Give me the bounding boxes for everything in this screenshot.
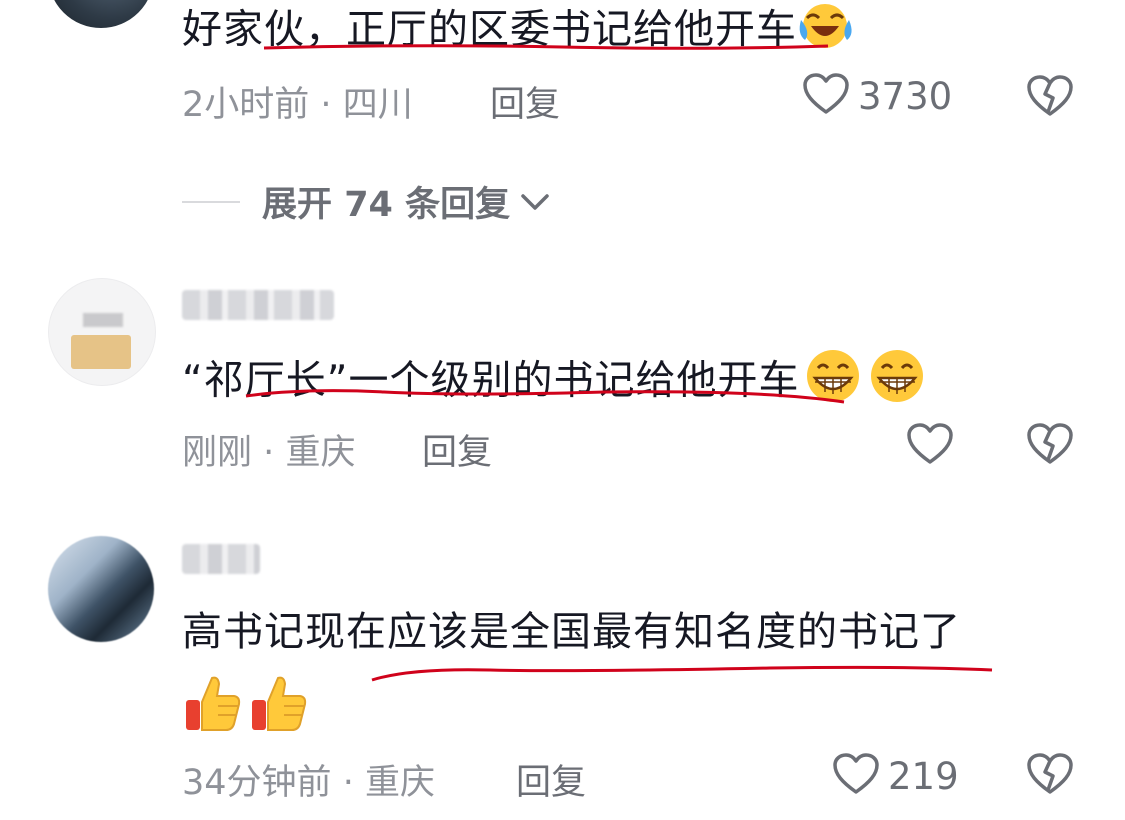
thumbs-up-icon [182, 672, 244, 738]
expand-replies-button[interactable]: 展开 74 条回复 [182, 176, 550, 227]
comment-emoji-row [182, 672, 310, 738]
dislike-button[interactable] [1026, 74, 1074, 122]
reply-button[interactable]: 回复 [490, 76, 560, 127]
comment-location: 四川 [342, 85, 413, 125]
comment-location: 重庆 [364, 763, 435, 803]
avatar[interactable] [48, 536, 154, 642]
red-underline [263, 44, 829, 50]
dislike-button[interactable] [1026, 752, 1074, 800]
like-count: 219 [888, 754, 959, 798]
username-blurred[interactable] [182, 290, 334, 320]
comment-time: 2小时前 [182, 85, 310, 125]
avatar[interactable] [48, 0, 154, 28]
expand-replies-label: 展开 74 条回复 [262, 185, 511, 225]
comment-body: 高书记现在应该是全国最有知名度的书记了 [182, 609, 961, 655]
avatar[interactable] [48, 278, 156, 386]
comment-time: 刚刚 [182, 433, 253, 473]
comment-text: 高书记现在应该是全国最有知名度的书记了 [182, 606, 961, 658]
heart-outline-icon [802, 72, 850, 120]
like-button[interactable]: 3730 [802, 72, 952, 120]
thumbs-up-icon [248, 672, 310, 738]
meta-separator: · [263, 433, 275, 473]
comment-time: 34分钟前 [182, 763, 332, 803]
meta-separator: · [320, 85, 332, 125]
red-underline [371, 665, 993, 682]
grinning-face-icon [803, 348, 863, 417]
broken-heart-icon [1026, 423, 1074, 470]
like-button[interactable] [906, 422, 962, 470]
divider [182, 200, 240, 203]
grinning-face-icon [867, 348, 927, 417]
reply-button[interactable]: 回复 [516, 754, 586, 805]
comment-meta: 34分钟前 · 重庆 [182, 754, 435, 805]
comment-text: “祁厅长”一个级别的书记给他开车 [182, 348, 927, 417]
broken-heart-icon [1026, 75, 1074, 122]
comment-meta: 刚刚 · 重庆 [182, 424, 355, 475]
comment-meta: 2小时前 · 四川 [182, 76, 413, 127]
username-blurred[interactable] [182, 544, 260, 574]
reply-button[interactable]: 回复 [422, 424, 492, 475]
like-button[interactable]: 219 [832, 752, 959, 800]
heart-outline-icon [832, 752, 880, 800]
heart-outline-icon [906, 422, 954, 470]
like-count: 3730 [858, 74, 953, 118]
dislike-button[interactable] [1026, 422, 1074, 470]
broken-heart-icon [1026, 753, 1074, 800]
chevron-down-icon [520, 192, 550, 216]
meta-separator: · [342, 763, 354, 803]
red-underline [245, 389, 845, 404]
comment-location: 重庆 [285, 433, 356, 473]
